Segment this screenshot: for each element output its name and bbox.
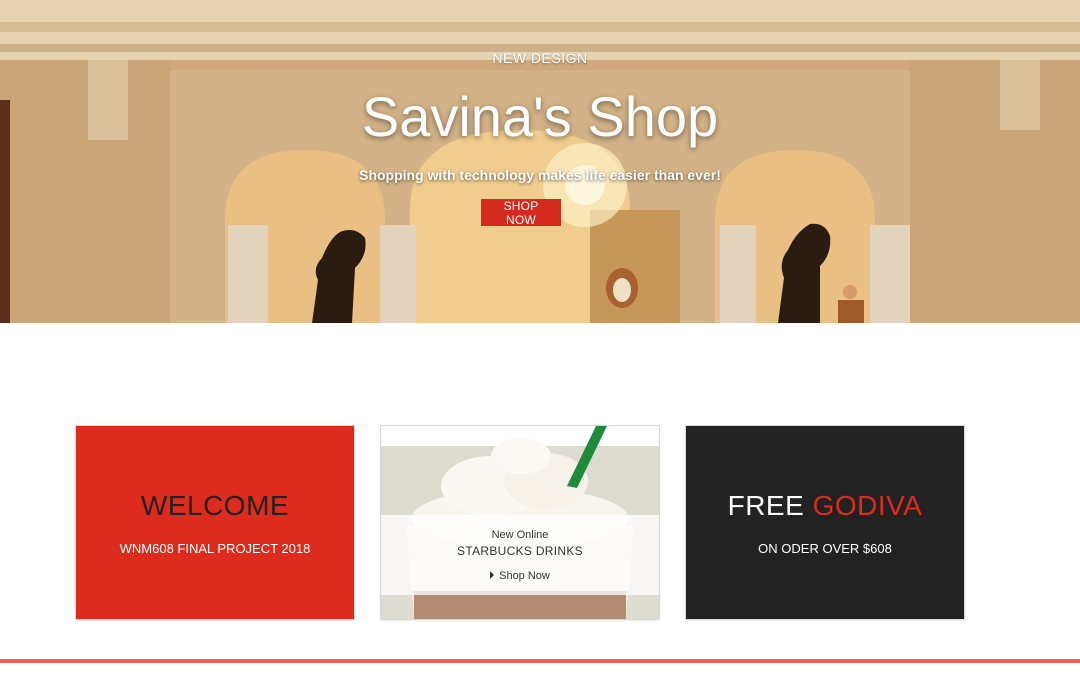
godiva-promo-card: FREE GODIVA ON ODER OVER $608 <box>686 426 964 619</box>
drink-shop-now-label: Shop Now <box>499 570 550 582</box>
drink-title: STARBUCKS DRINKS <box>457 544 583 558</box>
hero-subtitle: Shopping with technology makes life easi… <box>359 167 721 183</box>
welcome-card: WELCOME WNM608 FINAL PROJECT 2018 <box>76 426 354 619</box>
welcome-heading: WELCOME <box>140 490 290 521</box>
drink-caption-panel: New Online STARBUCKS DRINKS Shop Now <box>381 515 659 595</box>
section-divider <box>0 659 1080 663</box>
welcome-text: WNM608 FINAL PROJECT 2018 <box>119 541 311 556</box>
godiva-text: ON ODER OVER $608 <box>758 541 892 556</box>
hero-banner: NEW DESIGN Savina's Shop Shopping with t… <box>0 0 1080 323</box>
drink-kicker: New Online <box>491 529 549 541</box>
hero-background-image <box>0 0 1080 323</box>
drink-shop-now-link[interactable]: Shop Now <box>381 570 659 582</box>
godiva-heading-brand: GODIVA <box>812 490 923 521</box>
starbucks-promo-card[interactable]: New Online STARBUCKS DRINKS Shop Now <box>381 426 659 619</box>
hero-eyebrow: NEW DESIGN <box>492 50 588 66</box>
caret-right-icon <box>490 571 495 579</box>
godiva-heading-free: FREE <box>727 490 805 521</box>
hero-title: Savina's Shop <box>361 85 719 148</box>
shop-now-button[interactable]: SHOP NOW <box>481 199 561 227</box>
godiva-heading: FREE GODIVA <box>686 490 964 522</box>
